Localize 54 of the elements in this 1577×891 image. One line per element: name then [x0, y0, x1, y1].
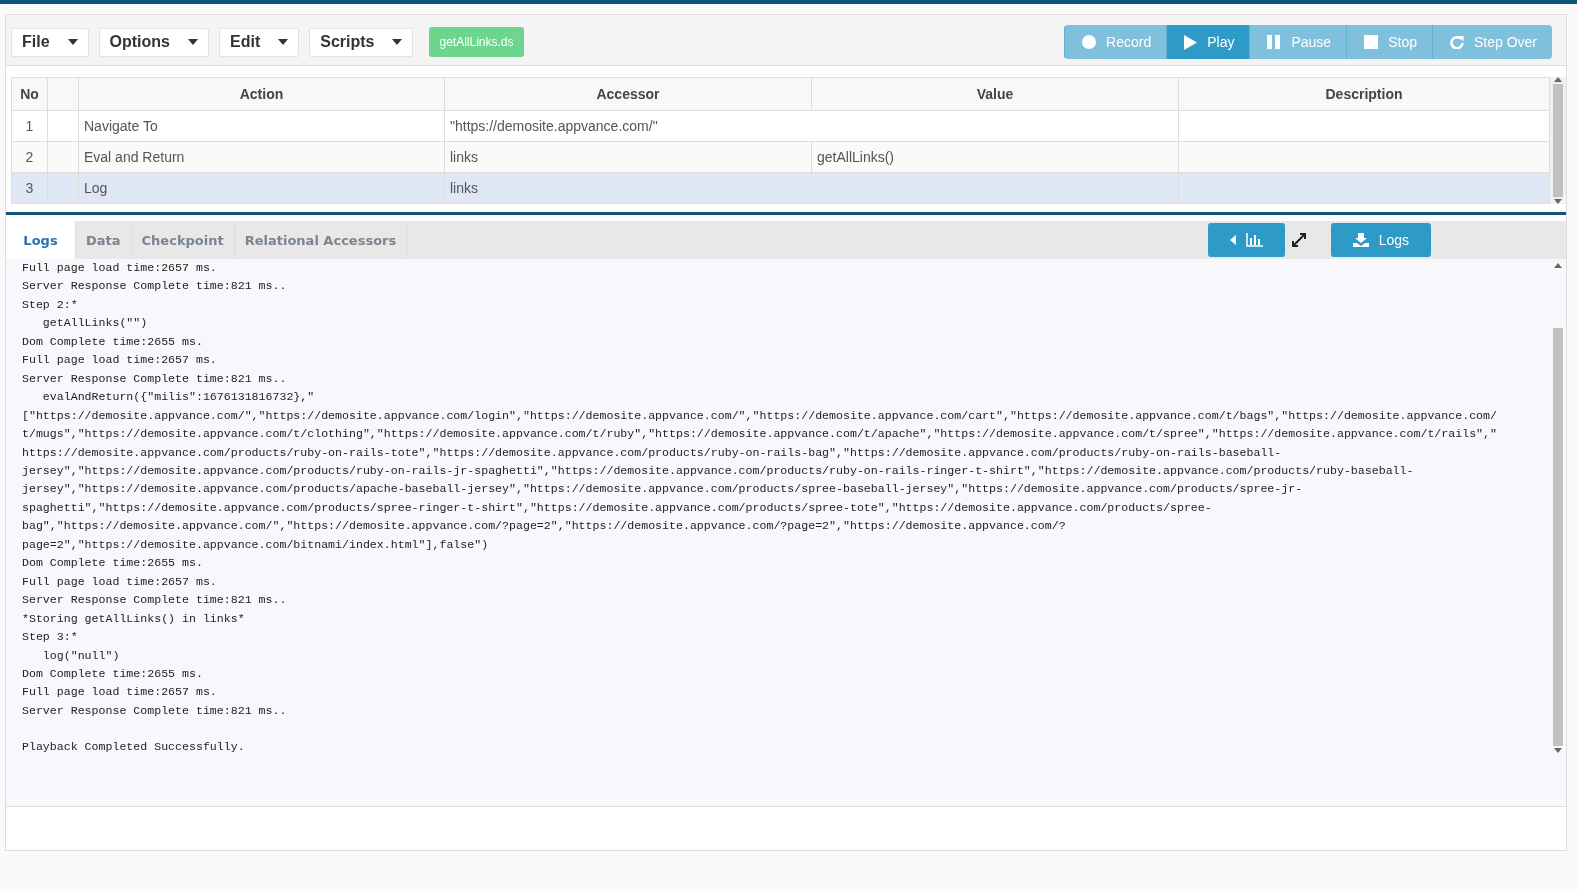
stop-icon	[1364, 35, 1379, 49]
table-cell: Eval and Return	[78, 141, 445, 173]
record-icon	[1082, 35, 1097, 49]
menu-dropdown[interactable]: File	[11, 27, 89, 57]
table-cell	[47, 141, 79, 173]
caret-icon	[67, 39, 78, 45]
download-logs-button[interactable]: Logs	[1330, 223, 1431, 257]
table-cell	[47, 110, 79, 142]
tab[interactable]: Logs	[6, 221, 76, 259]
table-cell	[47, 172, 79, 204]
column-header: No	[11, 77, 48, 111]
bar-chart-icon	[1245, 233, 1263, 247]
pause-icon	[1267, 35, 1282, 49]
column-header: Value	[811, 77, 1179, 111]
table-cell: Log	[78, 172, 445, 204]
scroll-up-icon[interactable]	[1554, 263, 1562, 268]
play-icon	[1184, 34, 1198, 50]
table-row[interactable]: 3 Log links	[11, 172, 1550, 204]
menu-dropdown[interactable]: Edit	[219, 27, 300, 57]
table-cell: 3	[11, 172, 48, 204]
caret-icon	[392, 39, 403, 45]
column-header	[47, 77, 79, 111]
expand-icon[interactable]	[1290, 232, 1307, 248]
table-cell: Navigate To	[78, 110, 445, 142]
table-row[interactable]: 2 Eval and Return links getAllLinks()	[11, 141, 1550, 173]
pause-button[interactable]: Pause	[1249, 25, 1347, 59]
column-header: Description	[1178, 77, 1550, 111]
chart-toggle-button[interactable]	[1207, 223, 1285, 257]
stop-button[interactable]: Stop	[1346, 25, 1432, 59]
scroll-down-icon[interactable]	[1554, 748, 1562, 753]
step-button[interactable]: Step Over	[1431, 25, 1552, 59]
table-cell: 2	[11, 141, 48, 173]
table-cell: links	[444, 172, 1179, 204]
caret-icon	[188, 39, 198, 45]
scroll-up-icon[interactable]	[1554, 77, 1562, 82]
play-button[interactable]: Play	[1166, 25, 1250, 59]
menu-dropdown[interactable]: Scripts	[309, 27, 414, 57]
record-button[interactable]: Record	[1064, 25, 1167, 59]
download-icon	[1352, 233, 1369, 247]
column-header: Accessor	[444, 77, 812, 111]
table-cell: getAllLinks()	[811, 141, 1179, 173]
table-row[interactable]: 1 Navigate To "https://demosite.appvance.com/"	[11, 110, 1550, 142]
scrollbar[interactable]	[1550, 77, 1566, 204]
column-header: Action	[78, 77, 445, 111]
redo-icon	[1449, 35, 1464, 49]
table-cell: links	[444, 141, 812, 173]
table-cell: 1	[11, 110, 48, 142]
script-name-badge: getAllLinks.ds	[429, 27, 524, 57]
menu-dropdown[interactable]: Options	[98, 27, 209, 57]
log-output: Full page load time:2657 ms. Server Response Complete time:821 ms.. Step 2:* getAllLinks("") Dom Complete time:2655 ms. Full page load time:2657 ms. Server Response Complete time:821 ms.. evalAndReturn({"milis":1676131816732}," ["https://demosite.appvance.com/","https://demosite.appvance.com/login","https://demosite.appvance.com/","https://demosite.appvance.com/cart","https://demosite.appvance.com/t/bags","https://demosite.appvance.com/ t/mugs","https://demosite.appvance.com/t/clothing","https://demosite.appvance.com/t/ruby","https://demosite.appvance.com/t/apache","https://demosite.appvance.com/t/spree","https://demosite.appvance.com/t/rails"," https://demosite.appvance.com/products/ruby-on-rails-tote","https://demosite.appvance.com/products/ruby-on-rails-bag","https://demosite.appvance.com/products/ruby-on-rails-baseball- jersey","https://demosite.appvance.com/products/ruby-on-rails-jr-spaghetti","https://demosite.appvance.com/products/ruby-on-rails-ringer-t-shirt","https://demosite.appvance.com/products/ruby-baseball- jersey","https://demosite.appvance.com/products/apache-baseball-jersey","https://demosite.appvance.com/products/spree-baseball-jersey","https://demosite.appvance.com/products/spree-jr- spaghetti","https://demosite.appvance.com/products/spree-ringer-t-shirt","https://demosite.appvance.com/products/spree-tote","https://demosite.appvance.com/products/spree- bag","https://demosite.appvance.com/","https://demosite.appvance.com/?page=2","https://demosite.appvance.com/?page=2","https://demosite.appvance.com/? page=2","https://demosite.appvance.com/bitnami/index.html"],false") Dom Complete time:2655 ms. Full page load time:2657 ms. Server Response Complete time:821 ms.. *Storing getAllLinks() in links* Step 3:* log("null") Dom Complete time:2655 ms. Full page load time:2657 ms. Server Response Complete time:821 ms.. Playback Completed Successfully.	[21, 260, 1498, 756]
scroll-down-icon[interactable]	[1554, 199, 1562, 204]
caret-left-icon	[1229, 235, 1236, 245]
caret-icon	[278, 39, 289, 45]
table-cell: "https://demosite.appvance.com/"	[444, 110, 1179, 142]
